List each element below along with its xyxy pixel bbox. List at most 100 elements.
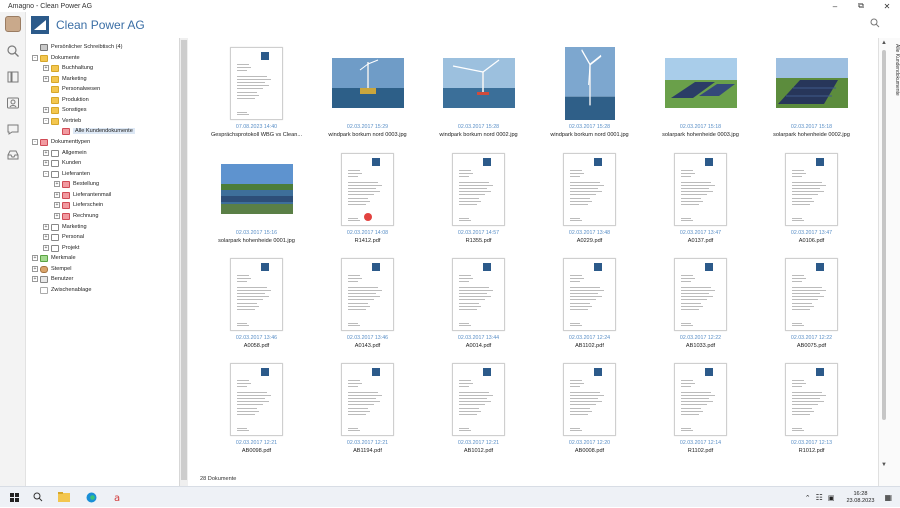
document-thumbnail[interactable] [312, 255, 423, 333]
tree-item[interactable]: + Rechnung [54, 211, 99, 221]
tree-item[interactable]: + Benutzer [32, 274, 73, 284]
document-thumbnail[interactable] [312, 44, 423, 122]
content-scrollbar[interactable]: ▲ ▼ [880, 40, 888, 470]
volume-icon[interactable]: ▣ [828, 494, 835, 502]
tree-item[interactable]: + Lieferantenmail [54, 190, 111, 200]
edge-browser-button[interactable] [84, 490, 98, 504]
document-thumbnail[interactable] [201, 255, 312, 333]
document-tile[interactable]: 02.03.2017 13:46 A0058.pdf [201, 255, 312, 355]
document-thumbnail[interactable] [423, 255, 534, 333]
tree-item[interactable]: + Merkmale [32, 253, 76, 263]
library-rail-button[interactable] [0, 64, 26, 90]
tree-item[interactable]: - Dokumenttypen [32, 137, 90, 147]
document-tile[interactable]: 02.03.2017 12:13 R1012.pdf [756, 360, 867, 460]
document-thumbnail[interactable] [201, 150, 312, 228]
document-thumbnail[interactable] [756, 150, 867, 228]
expand-icon[interactable]: + [54, 213, 60, 219]
side-panel-tab[interactable]: Alle Kundendokumente [890, 44, 900, 104]
user-avatar[interactable] [4, 16, 21, 32]
notifications-icon[interactable]: ▦ [884, 493, 892, 502]
maximize-button[interactable]: ⧉ [848, 0, 874, 12]
inbox-rail-button[interactable] [0, 142, 26, 168]
document-thumbnail[interactable] [534, 44, 645, 122]
chat-rail-button[interactable] [0, 116, 26, 142]
tree-item[interactable]: Zwischenablage [32, 285, 91, 295]
expand-icon[interactable]: + [54, 202, 60, 208]
document-tile[interactable]: 02.03.2017 12:22 AB1033.pdf [645, 255, 756, 355]
tree-item[interactable]: + Buchhaltung [43, 63, 93, 73]
document-tile[interactable]: 02.03.2017 14:57 R1355.pdf [423, 150, 534, 250]
document-tile[interactable]: 02.03.2017 15:29 windpark borkum nord 000… [312, 44, 423, 144]
expand-icon[interactable]: + [43, 224, 49, 230]
expand-icon[interactable]: + [43, 107, 49, 113]
expand-icon[interactable]: + [43, 76, 49, 82]
start-button[interactable] [7, 490, 21, 504]
document-tile[interactable]: 02.03.2017 13:47 A0106.pdf [756, 150, 867, 250]
document-tile[interactable]: 02.03.2017 12:21 AB0098.pdf [201, 360, 312, 460]
document-tile[interactable]: 02.03.2017 13:47 A0137.pdf [645, 150, 756, 250]
tree-item[interactable]: + Kunden [43, 158, 81, 168]
expand-icon[interactable]: + [32, 255, 38, 261]
expand-icon[interactable]: + [43, 150, 49, 156]
document-tile[interactable]: 02.03.2017 12:24 AB1102.pdf [534, 255, 645, 355]
close-button[interactable]: ✕ [874, 0, 900, 12]
document-thumbnail[interactable] [312, 360, 423, 438]
document-thumbnail[interactable] [201, 360, 312, 438]
expand-icon[interactable]: + [43, 160, 49, 166]
document-tile[interactable]: 02.03.2017 15:28 windpark borkum nord 000… [423, 44, 534, 144]
collapse-icon[interactable]: - [32, 139, 38, 145]
expand-icon[interactable]: + [43, 234, 49, 240]
document-tile[interactable]: 07.08.2023 14:40 Gesprächsprotokoll WBG v… [201, 44, 312, 144]
tree-item[interactable]: + Marketing [43, 222, 87, 232]
document-tile[interactable]: 02.03.2017 12:22 AB0075.pdf [756, 255, 867, 355]
document-tile[interactable]: 02.03.2017 15:18 solarpark hohenheide 000… [645, 44, 756, 144]
file-explorer-button[interactable] [57, 490, 71, 504]
document-thumbnail[interactable] [756, 44, 867, 122]
tree-item[interactable]: Alle Kundendokumente [54, 126, 135, 136]
expand-icon[interactable]: + [43, 65, 49, 71]
document-thumbnail[interactable] [423, 150, 534, 228]
tree-item[interactable]: + Lieferschein [54, 200, 103, 210]
document-thumbnail[interactable] [645, 44, 756, 122]
expand-icon[interactable]: + [43, 245, 49, 251]
document-thumbnail[interactable] [645, 150, 756, 228]
document-thumbnail[interactable] [534, 150, 645, 228]
tree-item[interactable]: + Marketing [43, 74, 87, 84]
document-tile[interactable]: 02.03.2017 14:08 R1412.pdf [312, 150, 423, 250]
tree-item[interactable]: Produktion [43, 95, 89, 105]
tree-scrollbar[interactable] [180, 38, 188, 486]
document-thumbnail[interactable] [645, 360, 756, 438]
document-tile[interactable]: 02.03.2017 13:48 A0229.pdf [534, 150, 645, 250]
tree-item[interactable]: + Allgemein [43, 148, 87, 158]
tray-expand-icon[interactable]: ⌃ [805, 494, 811, 502]
tree-item[interactable]: + Personal [43, 232, 84, 242]
minimize-button[interactable]: – [822, 0, 848, 12]
tree-item[interactable]: + Sonstiges [43, 105, 87, 115]
language-globe-icon[interactable]: ☷ [816, 493, 823, 502]
document-tile[interactable]: 02.03.2017 12:20 AB0008.pdf [534, 360, 645, 460]
taskbar-clock[interactable]: 16:28 23.08.2023 [846, 491, 874, 505]
document-thumbnail[interactable] [756, 360, 867, 438]
tree-item[interactable]: - Vertrieb [43, 116, 81, 126]
search-rail-button[interactable] [0, 38, 26, 64]
document-thumbnail[interactable] [534, 360, 645, 438]
amagno-taskbar-button[interactable]: a [111, 490, 125, 504]
document-thumbnail[interactable] [423, 44, 534, 122]
document-thumbnail[interactable] [201, 44, 312, 122]
expand-icon[interactable]: + [32, 276, 38, 282]
document-thumbnail[interactable] [423, 360, 534, 438]
tree-item[interactable]: - Lieferanten [43, 169, 90, 179]
document-thumbnail[interactable] [645, 255, 756, 333]
taskbar-search-button[interactable] [31, 490, 45, 504]
document-thumbnail[interactable] [312, 150, 423, 228]
document-tile[interactable]: 02.03.2017 15:16 solarpark hohenheide 000… [201, 150, 312, 250]
document-thumbnail[interactable] [534, 255, 645, 333]
document-tile[interactable]: 02.03.2017 12:21 AB1194.pdf [312, 360, 423, 460]
expand-icon[interactable]: + [32, 266, 38, 272]
tree-item[interactable]: + Bestellung [54, 179, 99, 189]
header-search-icon[interactable] [870, 18, 880, 28]
collapse-icon[interactable]: - [32, 55, 38, 61]
contacts-rail-button[interactable] [0, 90, 26, 116]
document-thumbnail[interactable] [756, 255, 867, 333]
tree-item[interactable]: Persönlicher Schreibtisch (4) [32, 42, 123, 52]
